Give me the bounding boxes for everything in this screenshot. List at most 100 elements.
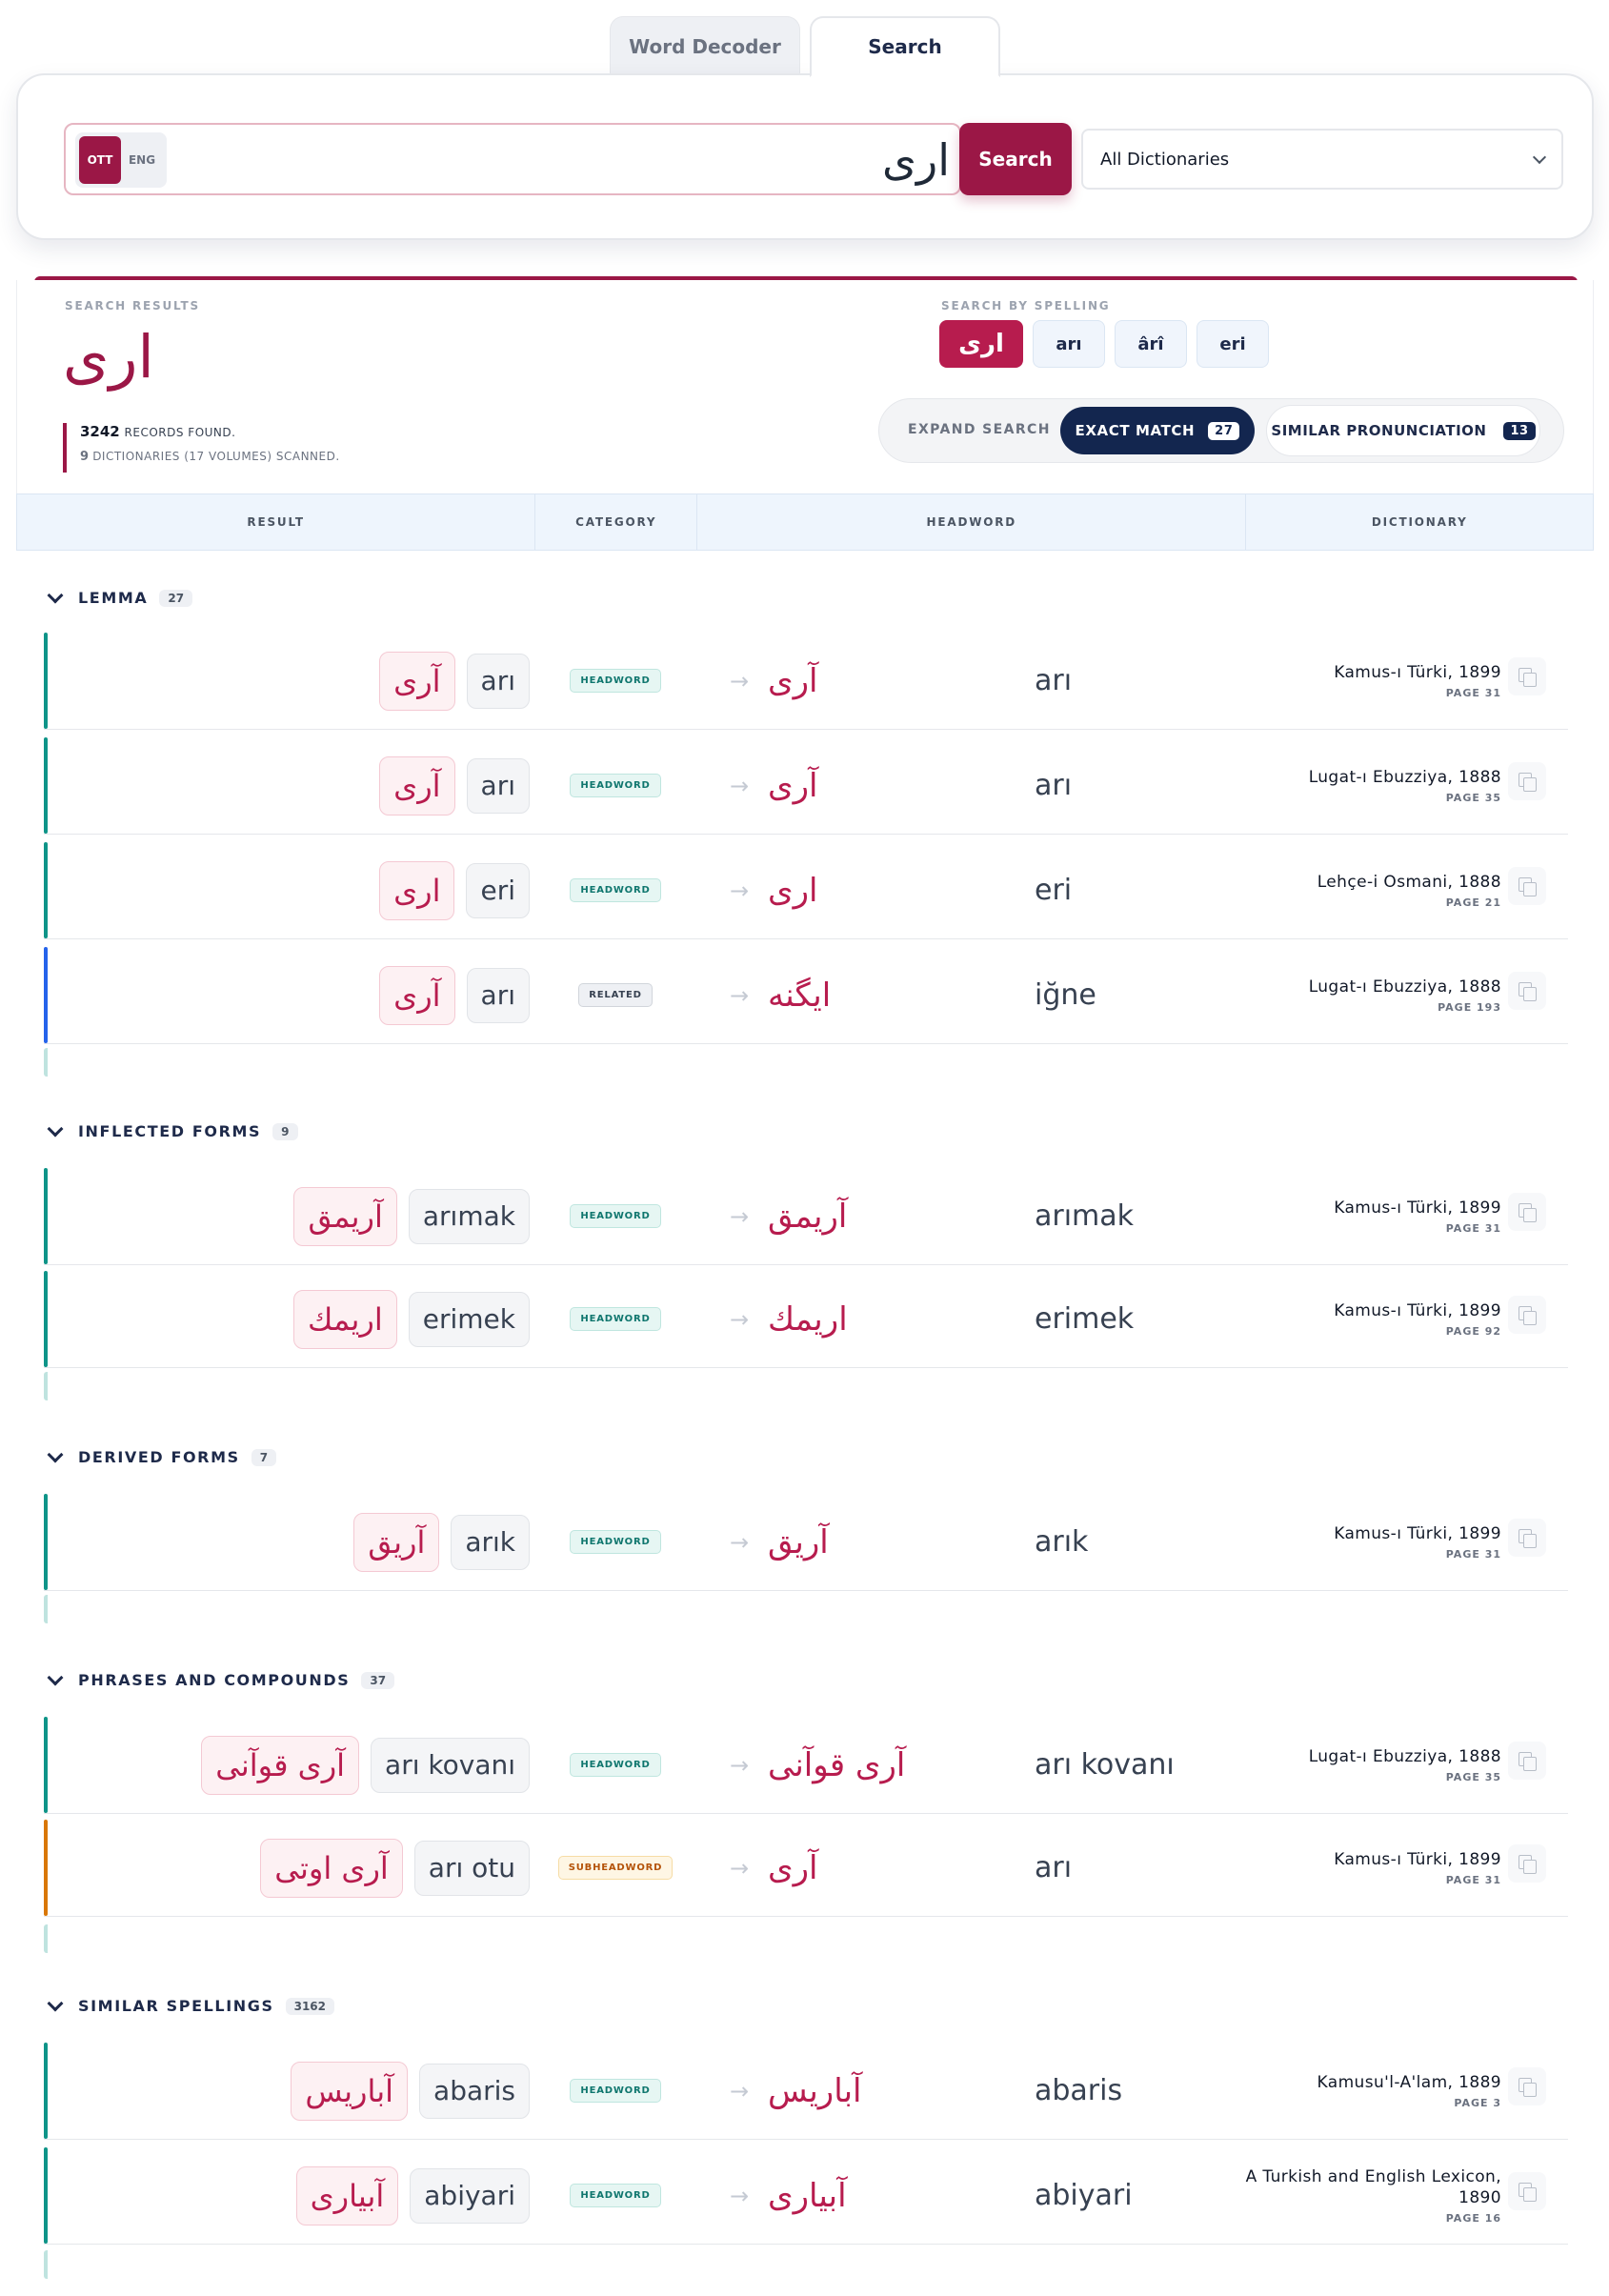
copy-button[interactable] (1508, 657, 1546, 695)
result-ottoman-chip[interactable]: آريق (353, 1512, 440, 1572)
table-row[interactable]: آباريس abaris HEADWORD → آباريس abaris Kamusu'… (44, 2043, 1568, 2140)
arrow-right-icon: → (729, 876, 750, 904)
result-ottoman-chip[interactable]: آرى اوتى (260, 1838, 403, 1898)
result-ottoman-chip[interactable]: آباريس (291, 2061, 409, 2121)
copy-button[interactable] (1508, 1519, 1546, 1557)
table-row[interactable]: آرى اوتى arı otu SUBHEADWORD → آرى arı Kamus-ı… (44, 1820, 1568, 1917)
result-ottoman-chip[interactable]: اريمك (293, 1289, 397, 1349)
category-badge: HEADWORD (570, 878, 661, 902)
dictionary-name[interactable]: Lugat-ı Ebuzziya, 1888 (1309, 1746, 1501, 1767)
copy-button[interactable] (1508, 972, 1546, 1010)
dictionary-name[interactable]: Kamus-ı Türki, 1899 (1334, 1198, 1501, 1218)
copy-button[interactable] (1508, 762, 1546, 800)
result-english-chip[interactable]: arı kovanı (371, 1737, 530, 1793)
chevron-down-icon[interactable] (47, 1446, 64, 1462)
copy-button[interactable] (1508, 1296, 1546, 1334)
headword-ottoman: آريق (768, 1522, 829, 1561)
copy-button[interactable] (1508, 1742, 1546, 1780)
table-row[interactable]: آرى arı HEADWORD → آرى arı Kamus-ı Türki, 1899… (44, 633, 1568, 730)
similar-pronunciation-count: 13 (1503, 421, 1536, 440)
result-english-chip[interactable]: abiyari (410, 2167, 530, 2224)
copy-button[interactable] (1508, 2067, 1546, 2105)
table-row[interactable]: آرى قوآنى arı kovanı HEADWORD → آرى قوآنى arı… (44, 1717, 1568, 1814)
section-header[interactable]: DERIVED FORMS 7 (46, 1446, 277, 1466)
category-badge: SUBHEADWORD (557, 1856, 674, 1880)
column-category[interactable]: CATEGORY (535, 494, 698, 550)
chevron-down-icon[interactable] (47, 1120, 64, 1137)
table-row[interactable]: آريمق arımak HEADWORD → آريمق arımak Kamus-ı T… (44, 1168, 1568, 1265)
result-ottoman-chip[interactable]: آريمق (293, 1186, 397, 1246)
dictionary-name[interactable]: Kamus-ı Türki, 1899 (1334, 1523, 1501, 1544)
copy-button[interactable] (1508, 2172, 1546, 2210)
dictionary-name[interactable]: Kamus-ı Türki, 1899 (1334, 1849, 1501, 1870)
dictionary-select[interactable]: All Dictionaries (1081, 129, 1563, 190)
dictionary-name[interactable]: Lugat-ı Ebuzziya, 1888 (1309, 977, 1501, 997)
tab-word-decoder[interactable]: Word Decoder (610, 16, 800, 75)
dictionary-name[interactable]: Kamusu'l-A'lam, 1889 (1317, 2072, 1501, 2093)
section-header[interactable]: LEMMA 27 (46, 587, 193, 607)
lang-eng-button[interactable]: ENG (121, 136, 163, 184)
headword-ottoman: آرى (768, 661, 818, 700)
table-row[interactable]: آرى arı HEADWORD → آرى arı Lugat-ı Ebuzziya, 1… (44, 737, 1568, 835)
result-ottoman-chip[interactable]: آرى (379, 651, 455, 711)
column-dictionary[interactable]: DICTIONARY (1246, 494, 1593, 550)
headword-ottoman: آباريس (768, 2071, 862, 2110)
dictionary-cell: Lehçe-i Osmani, 1888 PAGE 21 (1206, 842, 1501, 938)
column-headword[interactable]: HEADWORD (697, 494, 1247, 550)
exact-match-button[interactable]: EXACT MATCH 27 (1060, 407, 1255, 454)
results-stats: 3242 RECORDS FOUND. 9 DICTIONARIES (17 V… (63, 423, 340, 473)
table-row[interactable]: ارى eri HEADWORD → ارى eri Lehçe-i Osmani, 188… (44, 842, 1568, 939)
result-english-chip[interactable]: arık (451, 1514, 530, 1570)
result-ottoman-chip[interactable]: آرى (379, 755, 455, 816)
result-english-chip[interactable]: arı (466, 653, 530, 709)
tab-search[interactable]: Search (810, 16, 1000, 77)
spelling-chip[interactable]: ârî (1115, 320, 1187, 368)
dictionary-page: PAGE 16 (1445, 2212, 1501, 2225)
result-english-chip[interactable]: arı otu (413, 1840, 530, 1896)
result-ottoman-chip[interactable]: آبيارى (295, 2165, 399, 2226)
section-header[interactable]: SIMILAR SPELLINGS 3162 (46, 1995, 334, 2015)
result-english-chip[interactable]: erimek (408, 1291, 530, 1347)
chevron-down-icon[interactable] (47, 1995, 64, 2011)
arrow-right-icon: → (729, 1751, 750, 1779)
column-result[interactable]: RESULT (17, 494, 536, 550)
lang-ott-button[interactable]: OTT (79, 136, 121, 184)
chevron-down-icon[interactable] (47, 587, 64, 603)
similar-pronunciation-button[interactable]: SIMILAR PRONUNCIATION 13 (1266, 405, 1540, 456)
result-ottoman-chip[interactable]: آرى قوآنى (201, 1735, 360, 1795)
result-english-chip[interactable]: arımak (408, 1188, 530, 1244)
copy-button[interactable] (1508, 1193, 1546, 1231)
dictionary-name[interactable]: A Turkish and English Lexicon, 1890 (1206, 2166, 1501, 2208)
section-header[interactable]: INFLECTED FORMS 9 (46, 1120, 298, 1140)
results-header: SEARCH RESULTS ارى 3242 RECORDS FOUND. 9… (16, 280, 1594, 495)
result-english-chip[interactable]: abaris (419, 2063, 530, 2119)
chevron-down-icon[interactable] (47, 1669, 64, 1685)
result-ottoman-chip[interactable]: آرى (379, 965, 455, 1025)
search-button[interactable]: Search (959, 123, 1072, 195)
result-ottoman-chip[interactable]: ارى (379, 860, 455, 920)
table-row[interactable]: اريمك erimek HEADWORD → اريمك erimek Kamus-ı T… (44, 1271, 1568, 1368)
dictionary-page: PAGE 31 (1445, 1874, 1501, 1886)
table-row[interactable]: آرى arı RELATED → ايگنه iğne Lugat-ı Ebuzziya,… (44, 947, 1568, 1044)
result-english-chip[interactable]: eri (466, 862, 530, 918)
spelling-chip[interactable]: eri (1197, 320, 1269, 368)
result-english-chip[interactable]: arı (466, 757, 530, 814)
dictionary-name[interactable]: Kamus-ı Türki, 1899 (1334, 1300, 1501, 1321)
result-cell: آرى اوتى arı otu (44, 1820, 530, 1916)
category-cell: HEADWORD (539, 1717, 692, 1813)
dictionary-name[interactable]: Lehçe-i Osmani, 1888 (1317, 872, 1501, 893)
expand-search-button[interactable]: EXPAND SEARCH (908, 422, 1051, 437)
search-input[interactable] (180, 131, 950, 190)
spelling-chip[interactable]: ارى (939, 320, 1023, 368)
copy-button[interactable] (1508, 1844, 1546, 1883)
dictionary-name[interactable]: Lugat-ı Ebuzziya, 1888 (1309, 767, 1501, 788)
spelling-chip[interactable]: arı (1033, 320, 1105, 368)
dictionary-name[interactable]: Kamus-ı Türki, 1899 (1334, 662, 1501, 683)
table-row[interactable]: آبيارى abiyari HEADWORD → آبيارى abiyari A Tur… (44, 2147, 1568, 2245)
section-header[interactable]: PHRASES AND COMPOUNDS 37 (46, 1669, 395, 1689)
copy-button[interactable] (1508, 867, 1546, 905)
section-count-badge: 9 (272, 1122, 298, 1140)
category-cell: HEADWORD (539, 842, 692, 938)
table-row[interactable]: آريق arık HEADWORD → آريق arık Kamus-ı Türki, … (44, 1494, 1568, 1591)
result-english-chip[interactable]: arı (466, 967, 530, 1023)
